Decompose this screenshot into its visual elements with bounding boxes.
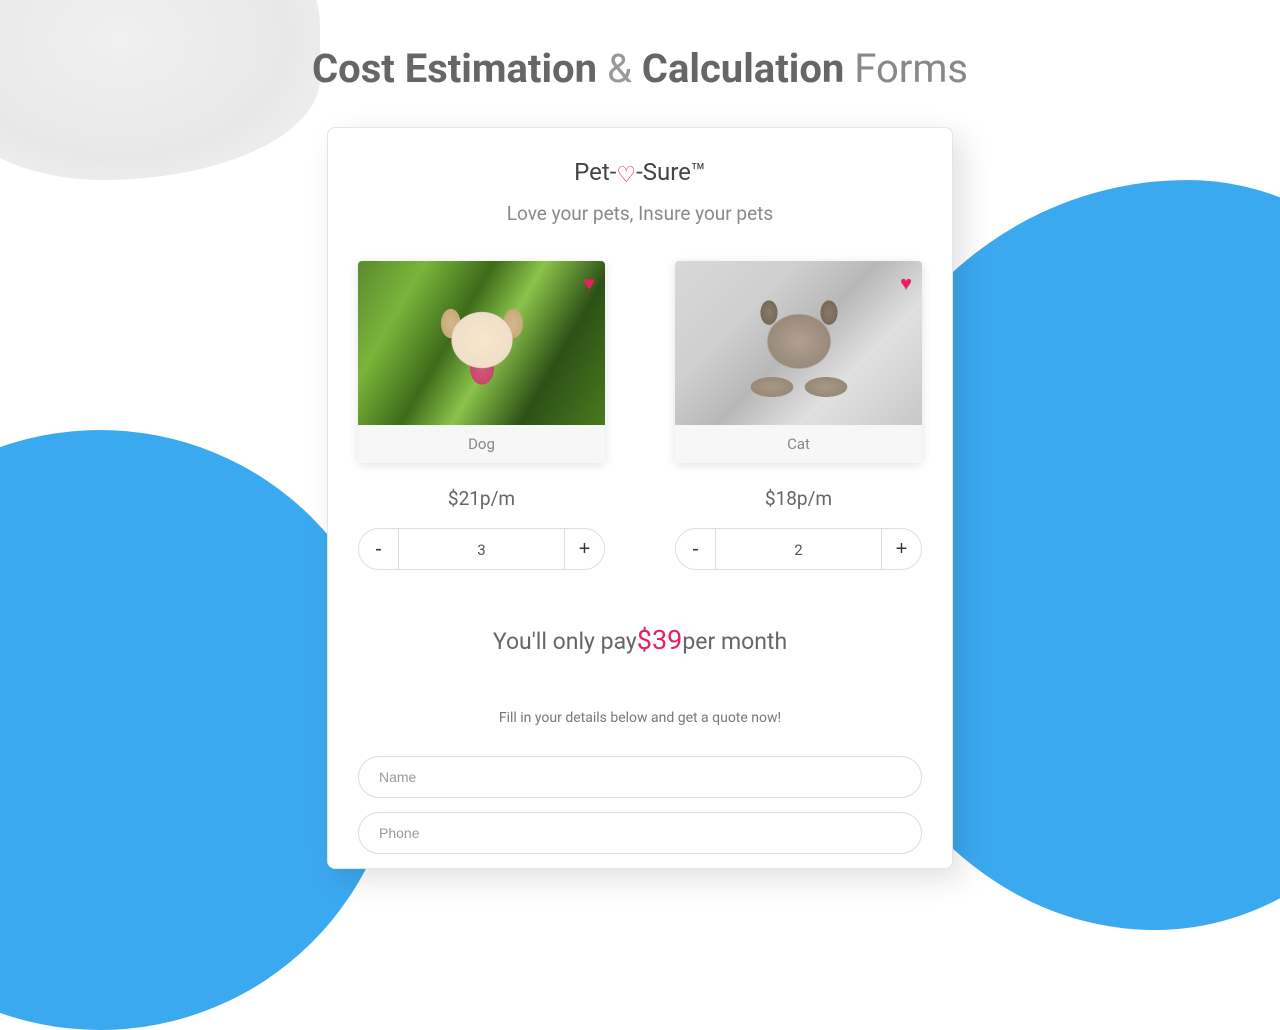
pet-card-dog[interactable]: ♥ Dog [358,261,605,463]
quantity-value: 2 [716,529,881,569]
page-title-amp: & [607,45,632,92]
brand-suffix: -Sure™ [636,158,706,186]
form-fields [358,756,922,868]
quantity-stepper-dog: - 3 + [358,528,605,570]
name-field[interactable] [358,756,922,798]
pet-card-cat[interactable]: ♥ Cat [675,261,922,463]
page-title: Cost Estimation & Calculation Forms [0,0,1280,92]
pet-price-dog: $21p/m [358,487,605,510]
phone-field[interactable] [358,812,922,854]
pet-image-dog: ♥ [358,261,605,425]
page-title-part1: Cost Estimation [312,45,597,92]
increment-button[interactable]: + [564,529,604,569]
increment-button[interactable]: + [881,529,921,569]
summary-amount: $39 [637,624,683,656]
pet-col-cat: ♥ Cat $18p/m - 2 + [675,261,922,570]
quantity-value: 3 [399,529,564,569]
brand: Pet-♡-Sure™ [358,158,922,188]
quantity-stepper-cat: - 2 + [675,528,922,570]
pet-label: Cat [675,425,922,463]
page-title-part3: Forms [854,45,968,92]
summary-prefix: You'll only pay [493,628,637,655]
summary-suffix: per month [682,628,787,655]
heart-icon: ♥ [583,271,595,296]
decrement-button[interactable]: - [359,529,399,569]
heart-outline-icon: ♡ [616,163,636,188]
pet-price-cat: $18p/m [675,487,922,510]
decrement-button[interactable]: - [676,529,716,569]
pets-row: ♥ Dog $21p/m - 3 + ♥ Cat $18p/m - 2 [358,261,922,570]
pet-label: Dog [358,425,605,463]
summary: You'll only pay$39per month [358,624,922,656]
brand-prefix: Pet- [574,158,616,186]
heart-icon: ♥ [900,271,912,296]
pet-col-dog: ♥ Dog $21p/m - 3 + [358,261,605,570]
tagline: Love your pets, Insure your pets [358,202,922,225]
form-card: Pet-♡-Sure™ Love your pets, Insure your … [327,127,953,869]
pet-image-cat: ♥ [675,261,922,425]
page-title-part2: Calculation [642,45,845,92]
instruction: Fill in your details below and get a quo… [358,710,922,726]
